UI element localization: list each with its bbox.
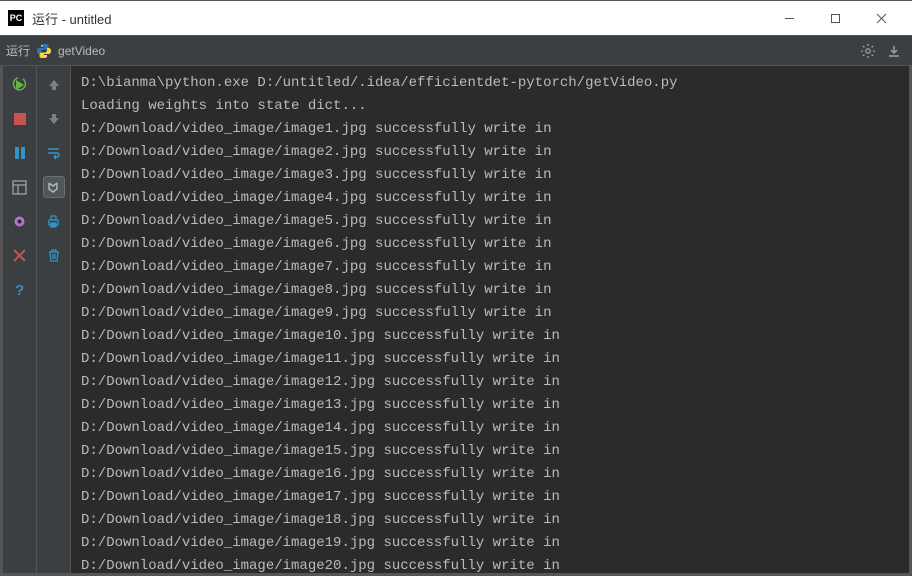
console-line: D:/Download/video_image/image1.jpg succe… (81, 118, 899, 141)
stop-icon[interactable] (9, 108, 31, 130)
hide-icon[interactable] (886, 43, 902, 59)
console-line: D:/Download/video_image/image14.jpg succ… (81, 417, 899, 440)
pause-icon[interactable] (9, 142, 31, 164)
console-line: D:/Download/video_image/image2.jpg succe… (81, 141, 899, 164)
console-line: D:/Download/video_image/image13.jpg succ… (81, 394, 899, 417)
run-gutter-left: ? (3, 66, 37, 573)
console-line: D:/Download/video_image/image5.jpg succe… (81, 210, 899, 233)
gear-icon[interactable] (860, 43, 876, 59)
soft-wrap-icon[interactable] (43, 142, 65, 164)
console-line: D:/Download/video_image/image9.jpg succe… (81, 302, 899, 325)
pycharm-icon: PC (8, 10, 24, 26)
console-output[interactable]: D:\bianma\python.exe D:/untitled/.idea/e… (71, 66, 909, 573)
arrow-down-icon[interactable] (43, 108, 65, 130)
run-config-name[interactable]: getVideo (58, 44, 105, 58)
run-toolbar: 运行 getVideo (0, 36, 912, 66)
close-icon[interactable] (9, 244, 31, 266)
maximize-button[interactable] (812, 0, 858, 36)
console-line: D:/Download/video_image/image18.jpg succ… (81, 509, 899, 532)
console-line: D:/Download/video_image/image7.jpg succe… (81, 256, 899, 279)
help-icon[interactable]: ? (9, 278, 31, 300)
window-controls (766, 0, 904, 36)
svg-text:?: ? (15, 282, 24, 297)
close-button[interactable] (858, 0, 904, 36)
eval-icon[interactable] (9, 210, 31, 232)
trash-icon[interactable] (43, 244, 65, 266)
console-line: D:/Download/video_image/image6.jpg succe… (81, 233, 899, 256)
console-line: Loading weights into state dict... (81, 95, 899, 118)
console-line: D:\bianma\python.exe D:/untitled/.idea/e… (81, 72, 899, 95)
minimize-button[interactable] (766, 0, 812, 36)
main-area: ? D:\bianma\python.exe D:/untitled/.idea… (0, 66, 912, 576)
run-label: 运行 (6, 42, 30, 59)
toolbar-right (860, 43, 906, 59)
arrow-up-icon[interactable] (43, 74, 65, 96)
scroll-to-end-icon[interactable] (43, 176, 65, 198)
console-line: D:/Download/video_image/image4.jpg succe… (81, 187, 899, 210)
window-title: 运行 - untitled (32, 9, 766, 28)
print-icon[interactable] (43, 210, 65, 232)
console-line: D:/Download/video_image/image19.jpg succ… (81, 532, 899, 555)
console-line: D:/Download/video_image/image11.jpg succ… (81, 348, 899, 371)
run-gutter-right (37, 66, 71, 573)
titlebar: PC 运行 - untitled (0, 0, 912, 36)
console-line: D:/Download/video_image/image10.jpg succ… (81, 325, 899, 348)
console-line: D:/Download/video_image/image3.jpg succe… (81, 164, 899, 187)
console-line: D:/Download/video_image/image16.jpg succ… (81, 463, 899, 486)
console-line: D:/Download/video_image/image8.jpg succe… (81, 279, 899, 302)
python-icon (36, 43, 52, 59)
layout-icon[interactable] (9, 176, 31, 198)
console-line: D:/Download/video_image/image20.jpg succ… (81, 555, 899, 573)
console-line: D:/Download/video_image/image15.jpg succ… (81, 440, 899, 463)
console-line: D:/Download/video_image/image17.jpg succ… (81, 486, 899, 509)
console-line: D:/Download/video_image/image12.jpg succ… (81, 371, 899, 394)
rerun-icon[interactable] (9, 74, 31, 96)
